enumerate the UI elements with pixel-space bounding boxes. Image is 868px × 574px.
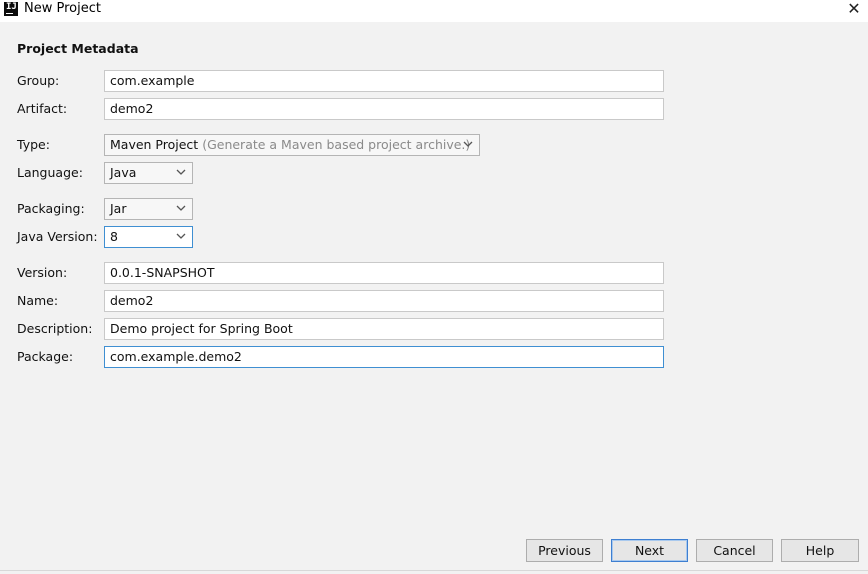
package-field[interactable]: com.example.demo2 [104, 346, 664, 368]
chevron-down-icon [176, 205, 186, 211]
name-label: Name: [17, 293, 59, 308]
type-label: Type: [17, 137, 50, 152]
close-icon[interactable]: ✕ [844, 0, 864, 20]
java-version-select-value: 8 [110, 229, 118, 244]
description-field[interactable]: Demo project for Spring Boot [104, 318, 664, 340]
type-select-value: Maven Project [110, 137, 199, 152]
artifact-label: Artifact: [17, 101, 68, 116]
chevron-down-icon [176, 233, 186, 239]
chevron-down-icon [176, 169, 186, 175]
type-select-hint: (Generate a Maven based project archive.… [202, 137, 471, 152]
group-label: Group: [17, 73, 60, 88]
bottom-divider [0, 570, 868, 571]
group-field[interactable]: com.example [104, 70, 664, 92]
name-field[interactable]: demo2 [104, 290, 664, 312]
java-version-select[interactable]: 8 [104, 226, 193, 248]
help-button[interactable]: Help [781, 539, 859, 562]
chevron-down-icon [463, 141, 473, 147]
language-select-value: Java [110, 165, 137, 180]
language-label: Language: [17, 165, 83, 180]
section-title: Project Metadata [17, 41, 139, 56]
packaging-select[interactable]: Jar [104, 198, 193, 220]
description-label: Description: [17, 321, 93, 336]
package-label: Package: [17, 349, 74, 364]
type-select[interactable]: Maven Project (Generate a Maven based pr… [104, 134, 480, 156]
window-title: New Project [24, 1, 101, 16]
packaging-label: Packaging: [17, 201, 85, 216]
version-field[interactable]: 0.0.1-SNAPSHOT [104, 262, 664, 284]
version-label: Version: [17, 265, 68, 280]
cancel-button[interactable]: Cancel [696, 539, 773, 562]
title-bar: IJ New Project ✕ [0, 0, 868, 22]
previous-button[interactable]: Previous [526, 539, 603, 562]
packaging-select-value: Jar [110, 201, 127, 216]
intellij-logo-icon: IJ [4, 2, 18, 16]
next-button[interactable]: Next [611, 539, 688, 562]
java-version-label: Java Version: [17, 229, 98, 244]
artifact-field[interactable]: demo2 [104, 98, 664, 120]
language-select[interactable]: Java [104, 162, 193, 184]
